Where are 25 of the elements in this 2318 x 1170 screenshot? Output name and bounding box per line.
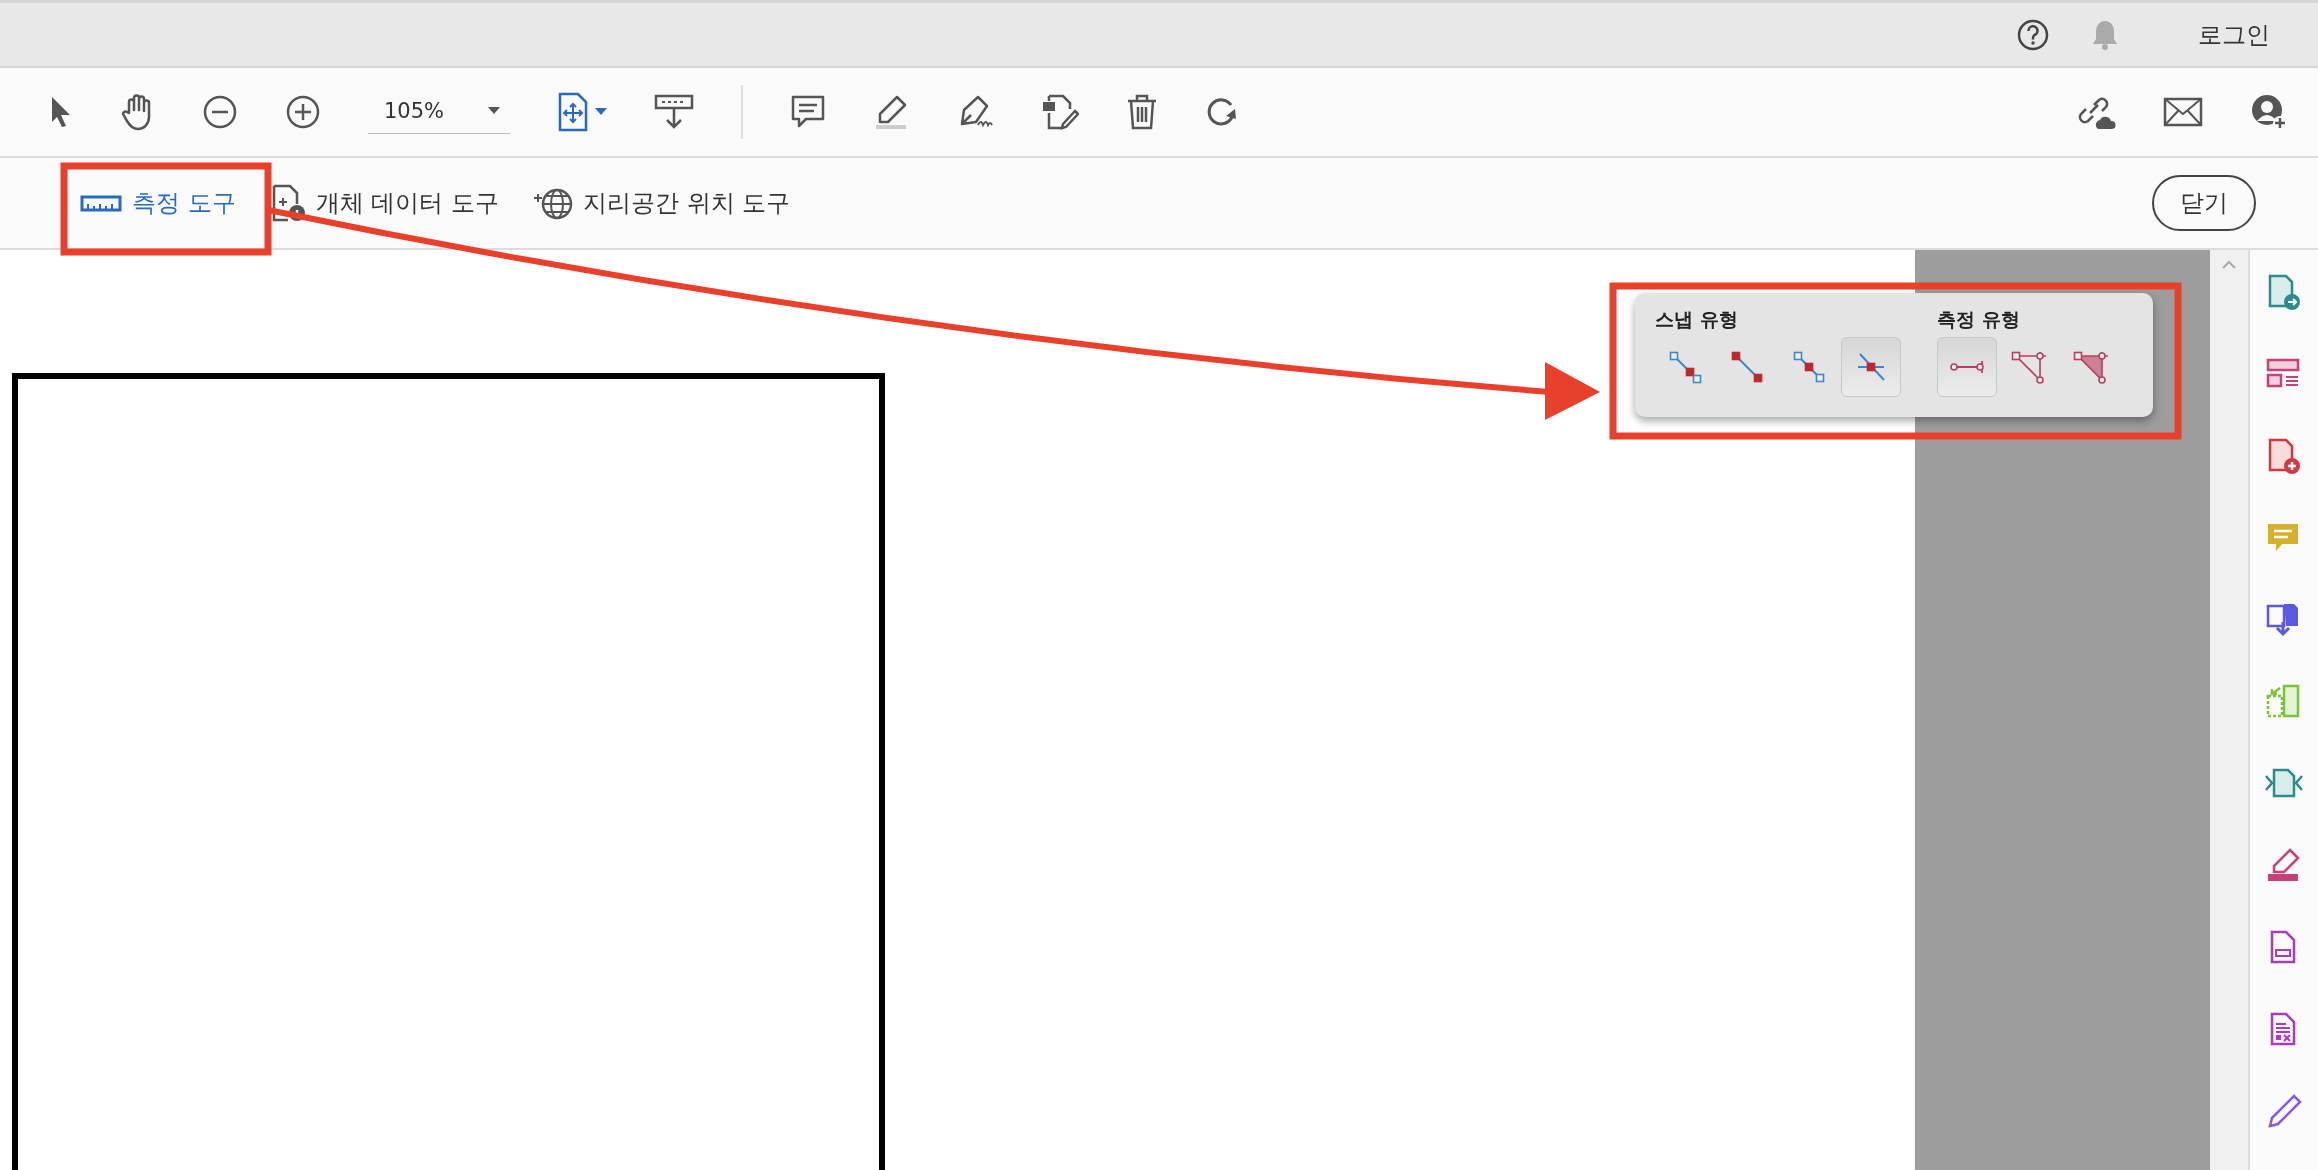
- tool-tab[interactable]: 지리공간 위치 도구: [532, 184, 791, 222]
- tool-tab[interactable]: 측정 도구: [80, 187, 236, 219]
- mail-icon[interactable]: [2163, 97, 2203, 127]
- zoom-field[interactable]: 105%: [368, 90, 511, 134]
- caret-icon: [595, 108, 608, 116]
- scrollbar[interactable]: [2210, 250, 2250, 1170]
- zoom-in-icon[interactable]: [285, 94, 321, 130]
- login-link[interactable]: 로그인: [2198, 18, 2270, 51]
- zoom-out-icon[interactable]: [202, 94, 238, 130]
- add-user-icon[interactable]: [2250, 93, 2288, 131]
- section-title: 스냅 유형: [1655, 307, 1739, 332]
- ruler-icon: [80, 194, 122, 212]
- close-button[interactable]: 닫기: [2152, 175, 2256, 231]
- measure-type-button[interactable]: [1937, 337, 1997, 397]
- tool-tab[interactable]: 개체 데이터 도구: [269, 184, 499, 222]
- snap-type-button[interactable]: [1841, 337, 1901, 397]
- help-icon[interactable]: [2016, 17, 2050, 52]
- trash-icon[interactable]: [1126, 93, 1159, 131]
- comment-icon[interactable]: [790, 94, 827, 130]
- caret-icon: [488, 106, 501, 115]
- scroll-down-icon[interactable]: [654, 93, 695, 131]
- section-title: 측정 유형: [1937, 307, 2021, 332]
- page-arrows-icon: [557, 92, 590, 132]
- file-edit-icon[interactable]: [1041, 93, 1080, 131]
- page-view-button[interactable]: [557, 92, 608, 132]
